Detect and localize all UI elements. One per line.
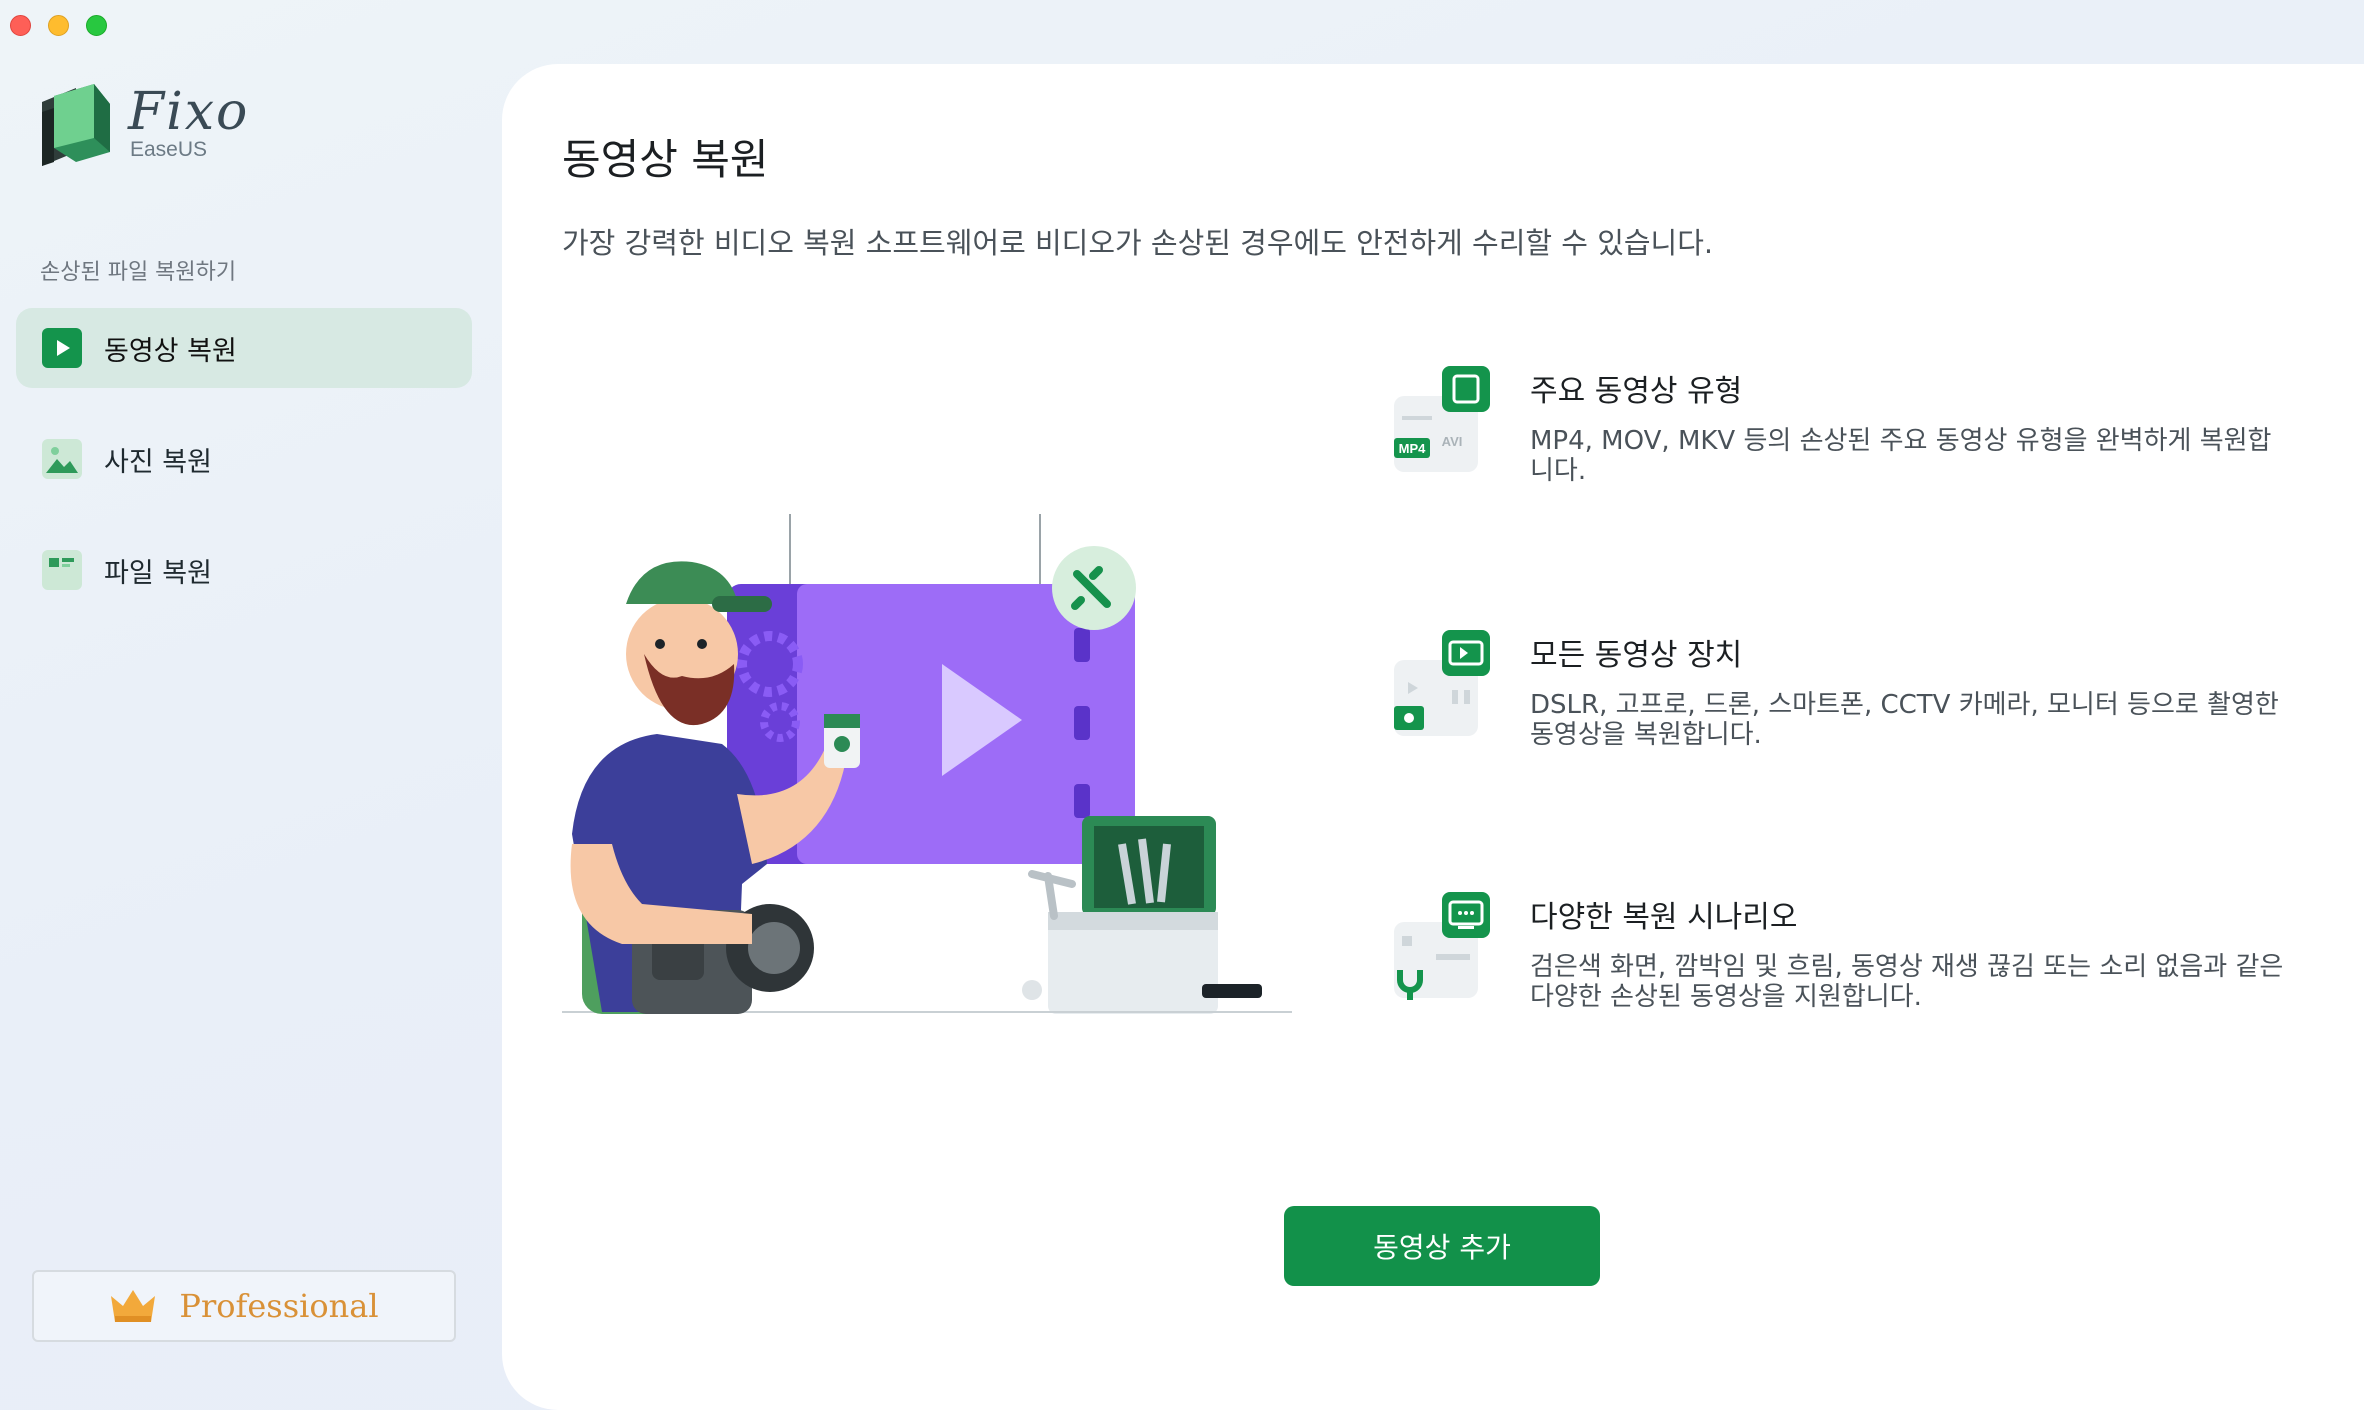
repair-scenario-icon — [1394, 892, 1490, 1000]
video-device-icon — [1394, 630, 1490, 736]
page-description: 가장 강력한 비디오 복원 소프트웨어로 비디오가 손상된 경우에도 안전하게 … — [562, 226, 1714, 260]
sidebar: Fixo EaseUS 손상된 파일 복원하기 동영상 복원 사진 복원 파일 … — [0, 0, 502, 1410]
feature-title: 주요 동영상 유형 — [1530, 374, 1743, 409]
feature-description: DSLR, 고프로, 드론, 스마트폰, CCTV 카메라, 모니터 등으로 촬… — [1530, 690, 2279, 750]
section-label: 손상된 파일 복원하기 — [40, 260, 237, 285]
avi-badge: AVI — [1442, 434, 1463, 449]
fixo-logo-icon — [42, 84, 110, 166]
professional-button[interactable]: Professional — [32, 1270, 456, 1342]
main-panel: 동영상 복원 가장 강력한 비디오 복원 소프트웨어로 비디오가 손상된 경우에… — [502, 64, 2364, 1410]
feature-title: 다양한 복원 시나리오 — [1530, 900, 1798, 935]
sidebar-item-video-repair[interactable]: 동영상 복원 — [16, 308, 472, 388]
video-play-icon — [42, 328, 82, 368]
sidebar-item-label: 동영상 복원 — [104, 335, 237, 367]
feature-description: MP4, MOV, MKV 등의 손상된 주요 동영상 유형을 완벽하게 복원합… — [1530, 426, 2272, 486]
mp4-badge: MP4 — [1399, 441, 1427, 456]
sidebar-item-label: 사진 복원 — [104, 446, 212, 478]
logo-title: Fixo — [128, 82, 250, 142]
crown-icon — [111, 1290, 156, 1322]
video-format-icon: MP4 AVI — [1394, 366, 1490, 472]
video-repair-illustration — [562, 514, 1292, 1014]
professional-label: Professional — [179, 1287, 379, 1325]
sidebar-item-file-repair[interactable]: 파일 복원 — [16, 530, 472, 610]
file-icon — [42, 550, 82, 590]
sidebar-item-label: 파일 복원 — [104, 557, 212, 589]
feature-title: 모든 동영상 장치 — [1530, 638, 1743, 673]
logo-subtitle: EaseUS — [130, 138, 208, 161]
photo-icon — [42, 439, 82, 479]
feature-description: 검은색 화면, 깜박임 및 흐림, 동영상 재생 끊김 또는 소리 없음과 같은… — [1530, 952, 2284, 1012]
sidebar-item-photo-repair[interactable]: 사진 복원 — [16, 419, 472, 499]
app-logo: Fixo EaseUS — [36, 82, 256, 172]
add-video-button[interactable]: 동영상 추가 — [1284, 1206, 1600, 1286]
page-title: 동영상 복원 — [562, 135, 769, 184]
